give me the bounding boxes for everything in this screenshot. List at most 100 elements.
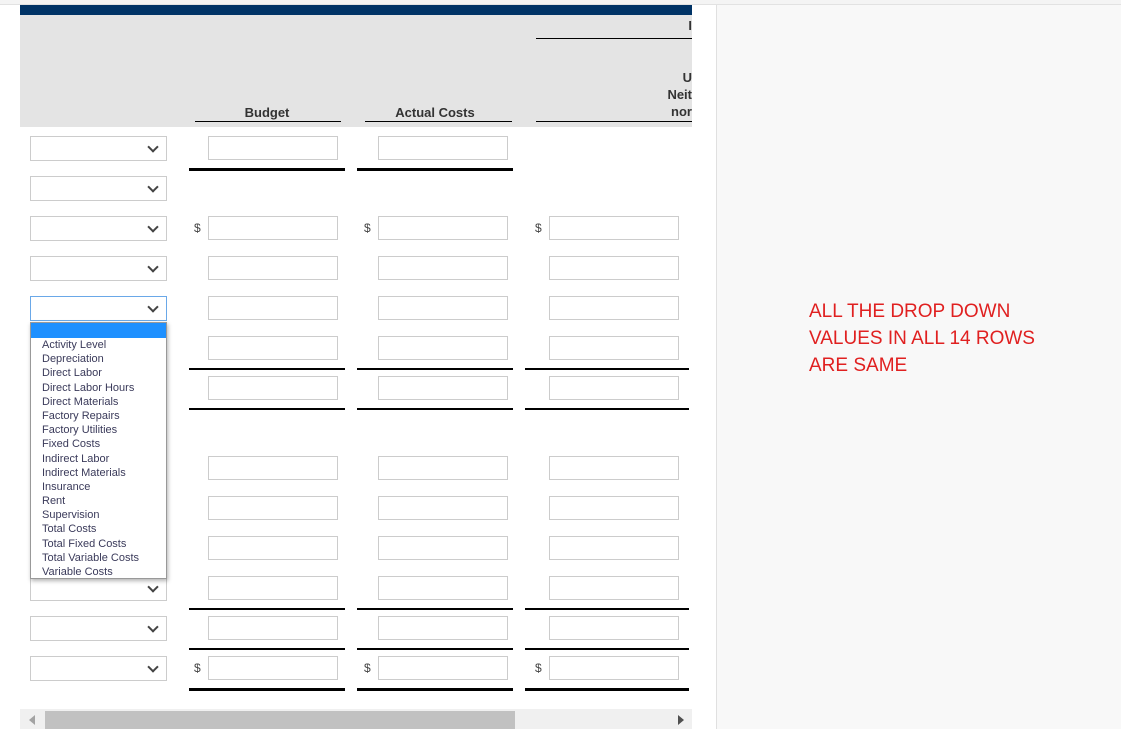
row-6-input-2[interactable] — [378, 336, 508, 360]
scroll-left-icon[interactable] — [29, 715, 35, 725]
dropdown-option[interactable]: Fixed Costs — [31, 437, 166, 451]
actual-underline — [365, 121, 512, 122]
row-5-input-2[interactable] — [378, 296, 508, 320]
row-14-input-2[interactable] — [378, 656, 508, 680]
row-11-input-2[interactable] — [378, 536, 508, 560]
chevron-down-icon — [147, 261, 159, 273]
row-13-input-2[interactable] — [378, 616, 508, 640]
row-4-select[interactable] — [30, 256, 167, 281]
total-line — [357, 408, 513, 410]
dollar-sign: $ — [364, 661, 371, 675]
row-9-input-2[interactable] — [378, 456, 508, 480]
row-1-input-1[interactable] — [208, 136, 338, 160]
row-12-input-2[interactable] — [378, 576, 508, 600]
dropdown-option[interactable]: Factory Utilities — [31, 423, 166, 437]
total-line — [189, 648, 345, 650]
dollar-sign: $ — [194, 661, 201, 675]
total-line — [357, 648, 513, 650]
dropdown-option[interactable]: Total Costs — [31, 522, 166, 536]
chevron-down-icon — [147, 581, 159, 593]
dropdown-option-blank[interactable] — [31, 323, 166, 338]
row-12-select[interactable] — [30, 576, 167, 601]
dropdown-option[interactable]: Factory Repairs — [31, 409, 166, 423]
dropdown-option[interactable]: Indirect Labor — [31, 452, 166, 466]
row-4-input-2[interactable] — [378, 256, 508, 280]
row-7-input-1[interactable] — [208, 376, 338, 400]
row-10-input-3[interactable] — [549, 496, 679, 520]
dropdown-option[interactable]: Insurance — [31, 480, 166, 494]
total-line — [525, 648, 689, 650]
total-line — [357, 368, 513, 370]
chevron-down-icon — [147, 661, 159, 673]
chevron-down-icon — [147, 301, 159, 313]
row-13-input-3[interactable] — [549, 616, 679, 640]
dropdown-list[interactable]: Activity Level Depreciation Direct Labor Di… — [30, 322, 167, 579]
row-5-input-3[interactable] — [549, 296, 679, 320]
dropdown-option[interactable]: Rent — [31, 494, 166, 508]
row-14-input-3[interactable] — [549, 656, 679, 680]
header-third-line3: nor — [671, 104, 692, 119]
scrollbar-thumb[interactable] — [45, 711, 515, 729]
dropdown-option[interactable]: Supervision — [31, 508, 166, 522]
total-line — [525, 408, 689, 410]
row-3-input-1[interactable] — [208, 216, 338, 240]
row-12-input-3[interactable] — [549, 576, 679, 600]
third-underline — [536, 121, 692, 122]
total-line — [357, 688, 513, 691]
dropdown-option[interactable]: Activity Level — [31, 338, 166, 352]
row-4-input-3[interactable] — [549, 256, 679, 280]
horizontal-scrollbar[interactable] — [20, 709, 692, 729]
row-6-input-3[interactable] — [549, 336, 679, 360]
dropdown-option[interactable]: Direct Labor — [31, 366, 166, 380]
row-7-input-2[interactable] — [378, 376, 508, 400]
row-1-select[interactable] — [30, 136, 167, 161]
total-line — [189, 408, 345, 410]
row-13-select[interactable] — [30, 616, 167, 641]
total-line — [189, 608, 345, 610]
row-1-input-2[interactable] — [378, 136, 508, 160]
row-11-input-1[interactable] — [208, 536, 338, 560]
total-line — [189, 168, 345, 171]
row-5-select[interactable] — [30, 296, 167, 321]
dropdown-option[interactable]: Direct Materials — [31, 395, 166, 409]
row-7-input-3[interactable] — [549, 376, 679, 400]
row-4-input-1[interactable] — [208, 256, 338, 280]
dropdown-option[interactable]: Total Fixed Costs — [31, 537, 166, 551]
dollar-sign: $ — [364, 221, 371, 235]
total-line — [525, 368, 689, 370]
row-5-input-1[interactable] — [208, 296, 338, 320]
row-3-input-3[interactable] — [549, 216, 679, 240]
dollar-sign: $ — [194, 221, 201, 235]
dropdown-option[interactable]: Direct Labor Hours — [31, 381, 166, 395]
row-9-input-3[interactable] — [549, 456, 679, 480]
group-underline — [536, 38, 692, 39]
note-text: ALL THE DROP DOWN VALUES IN ALL 14 ROWS … — [809, 301, 1035, 376]
row-3-input-2[interactable] — [378, 216, 508, 240]
total-line — [189, 368, 345, 370]
dropdown-option[interactable]: Indirect Materials — [31, 466, 166, 480]
scroll-right-icon[interactable] — [678, 715, 684, 725]
chevron-down-icon — [147, 181, 159, 193]
dropdown-option[interactable]: Depreciation — [31, 352, 166, 366]
dropdown-option[interactable]: Total Variable Costs — [31, 551, 166, 565]
row-10-input-1[interactable] — [208, 496, 338, 520]
row-13-input-1[interactable] — [208, 616, 338, 640]
row-10-input-2[interactable] — [378, 496, 508, 520]
chevron-down-icon — [147, 221, 159, 233]
row-12-input-1[interactable] — [208, 576, 338, 600]
total-line — [525, 688, 689, 691]
dropdown-option[interactable]: Variable Costs — [31, 565, 166, 579]
chevron-down-icon — [147, 141, 159, 153]
budget-underline — [195, 121, 341, 122]
header-bar — [20, 5, 692, 15]
row-3-select[interactable] — [30, 216, 167, 241]
dollar-sign: $ — [535, 221, 542, 235]
row-6-input-1[interactable] — [208, 336, 338, 360]
row-9-input-1[interactable] — [208, 456, 338, 480]
row-2-select[interactable] — [30, 176, 167, 201]
row-14-select[interactable] — [30, 656, 167, 681]
header-third-line1: U — [682, 70, 692, 85]
row-11-input-3[interactable] — [549, 536, 679, 560]
row-14-input-1[interactable] — [208, 656, 338, 680]
header-third-line2: Neit — [667, 87, 692, 102]
